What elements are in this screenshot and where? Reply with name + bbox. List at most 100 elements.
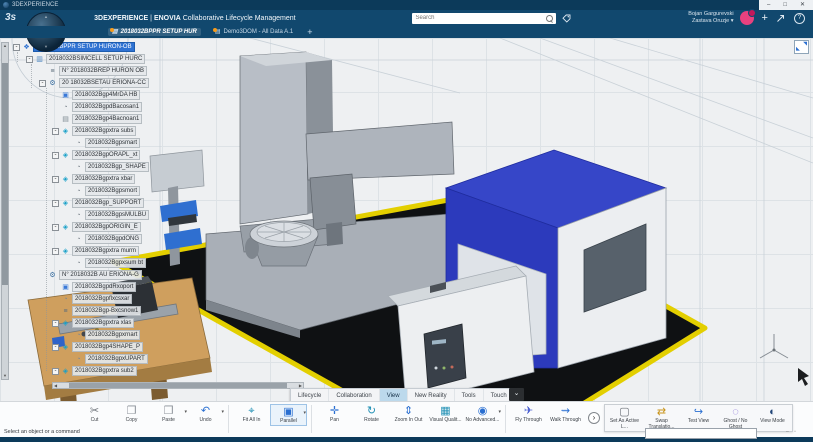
help-icon[interactable]: ?	[794, 13, 805, 24]
tree-horizontal-scrollbar[interactable]: ◀ ▶	[52, 382, 304, 389]
add-content-button[interactable]: +	[762, 13, 768, 24]
tree-item-14[interactable]: - ◈ 2018032Bgp_SUPPORT	[52, 197, 149, 209]
toolbar-button-fly-through[interactable]: ✈ ▾ Fly Through	[510, 404, 547, 424]
tree-vertical-scrollbar[interactable]: ▲ ▼	[1, 42, 9, 380]
shape-icon: ◔	[74, 236, 83, 243]
document-tab-demo3dom-all-data-a-1[interactable]: ▤ Demo3DOM - All Data A.1	[211, 28, 297, 36]
tree-item-26[interactable]: - ◈ 2018032Bgp4SHAPE_P	[52, 341, 149, 353]
toolbar-button-rotate[interactable]: ↻ ▾ Rotate	[353, 404, 390, 424]
tree-item-10[interactable]: - ◈ 2018032BgpORAPL_xt	[52, 149, 149, 161]
tree-item-28[interactable]: - ◈ 2018032Bgpxtra sub2	[52, 365, 149, 377]
tree-item-22[interactable]: ◔ 2018032Bgpflxcsxar	[52, 293, 149, 305]
tree-expander-icon[interactable]: -	[52, 200, 59, 207]
ribbon-overflow-button[interactable]: ⌄	[509, 388, 524, 401]
dropdown-arrow-icon[interactable]: ▾	[303, 410, 306, 416]
avatar[interactable]	[740, 11, 754, 25]
tree-item-23[interactable]: ≡ 2018032Bgp-Bxcsnow1	[52, 305, 149, 317]
user-org: Zastava Oruzje ▾	[688, 18, 733, 25]
tree-item-18[interactable]: - ◈ 2018032Bgpxtra murm	[52, 245, 149, 257]
notification-badge	[748, 9, 756, 17]
toolbar-group-walk-fly: ✈ ▾ Fly Through ⇝ ▾ Walk Through	[510, 404, 584, 424]
scrollbar-thumb[interactable]	[69, 383, 287, 388]
dropdown-arrow-icon[interactable]: ▾	[221, 409, 224, 415]
document-tab-2018032bppr-setup-hur[interactable]: ▤ 2018032BPPR SETUP HUR	[108, 28, 201, 36]
modified-badge	[213, 28, 217, 32]
tree-item-13[interactable]: ◔ 2018032Bgpsmort	[65, 185, 149, 197]
tree-item-19[interactable]: ◔ 2018032Bgpxsum bt	[65, 257, 149, 269]
tree-item-15[interactable]: ◔ 2018032BgpsMULBU	[65, 209, 149, 221]
tree-expander-icon[interactable]: -	[26, 56, 33, 63]
doc-icon: ▤	[61, 116, 70, 123]
tree-item-25[interactable]: ◔ 2018032Bgpxrnart	[65, 329, 149, 341]
tree-item-12[interactable]: - ◈ 2018032Bgpxtra xbar	[52, 173, 149, 185]
close-button[interactable]: ✕	[800, 2, 805, 8]
power-input-toggle-icon[interactable]: ‒ ▫	[786, 429, 798, 435]
share-icon[interactable]	[776, 14, 786, 23]
toolbar-button-set-as-active-l[interactable]: ▢ ▾ Set As Active L...	[606, 405, 643, 431]
3d-viewport[interactable]: - ❖ 2018032BPPR SETUP HURON-OB - ▥ 20180…	[0, 38, 813, 442]
window-title: 3DEXPERIENCE	[12, 2, 58, 8]
toolbar-button-fit-all-in[interactable]: ⌖ ▾ Fit All In	[233, 404, 270, 424]
tree-item-11[interactable]: ◔ 2018032Bgp_SHAPE	[65, 161, 149, 173]
tree-item-27[interactable]: ◔ 2018032BgpxUPART	[65, 353, 149, 365]
tree-expander-icon[interactable]: -	[13, 44, 20, 51]
toolbar-button-copy[interactable]: ❐ ▾ Copy	[113, 404, 150, 424]
modified-badge	[110, 28, 114, 32]
tree-item-6[interactable]: ◔ 2018032BgpdBacosan1	[52, 101, 149, 113]
new-tab-button[interactable]: +	[307, 28, 312, 37]
user-menu[interactable]: Bojan Gargurevski Zastava Oruzje ▾	[688, 11, 733, 24]
scroll-up-icon[interactable]: ▲	[2, 43, 8, 49]
tag-icon[interactable]	[562, 14, 571, 23]
power-input[interactable]	[645, 428, 757, 439]
tree-item-20[interactable]: ⚙ N° 2018032B AU ERIONA-G	[39, 269, 149, 281]
search-icon[interactable]	[546, 15, 553, 22]
tree-item-7[interactable]: ▤ 2018032Bgp4Bacnoan1	[52, 113, 149, 125]
tree-expander-icon[interactable]: -	[39, 80, 46, 87]
shape-icon: ◔	[74, 164, 83, 171]
tree-expander-icon[interactable]: -	[52, 128, 59, 135]
toolbar-button-paste[interactable]: ❒ ▾ Paste	[150, 404, 187, 424]
toolbar-button-zoom-in-out[interactable]: ⇕ ▾ Zoom In Out	[390, 404, 427, 424]
toolbar-separator	[505, 405, 506, 433]
tree-item-21[interactable]: ▣ 2018032BgpdRxoport	[52, 281, 149, 293]
toolbar-button-test-view[interactable]: ↪ ▾ Test View	[680, 405, 717, 425]
app-window: 3DEXPERIENCE – □ ✕ 3s ▶ ▲ ▼ ◀ ▶ 3DEXPERI…	[0, 0, 813, 442]
tree-item-17[interactable]: ◔ 2018032BgpdONG	[65, 233, 149, 245]
tree-expander-icon[interactable]: -	[52, 368, 59, 375]
toolbar-button-ghost-no-ghost[interactable]: ◌ ▾ Ghost / No Ghost	[717, 405, 754, 431]
toolbar-button-swap-translatio[interactable]: ⇄ ▾ Swap Translatio...	[643, 405, 680, 431]
toolbar-button-walk-through[interactable]: ⇝ ▾ Walk Through	[547, 404, 584, 424]
tree-expander-icon[interactable]: -	[52, 320, 59, 327]
toolbar-button-cut[interactable]: ✂ ▾ Cut	[76, 404, 113, 424]
tree-expander-icon[interactable]: -	[52, 344, 59, 351]
tree-expander-icon[interactable]: -	[52, 152, 59, 159]
tree-expander-icon[interactable]: -	[52, 224, 59, 231]
toolbar-button-undo[interactable]: ↶ ▾ Undo	[187, 404, 224, 424]
toolbar-button-visual-qualit[interactable]: ▦ ▾ Visual Qualit...	[427, 404, 464, 424]
minimize-button[interactable]: –	[767, 2, 770, 8]
tree-expander-icon[interactable]: -	[52, 176, 59, 183]
tree-item-2[interactable]: - ▥ 2018032BSIMCELL SETUP HURC	[26, 53, 149, 65]
toolbar-button-pan[interactable]: ✛ ▾ Pan	[316, 404, 353, 424]
tree-item-8[interactable]: - ◈ 2018032Bgpxtra subs	[52, 125, 149, 137]
tree-item-16[interactable]: - ◈ 2018032BgpORIGIN_E	[52, 221, 149, 233]
tree-item-9[interactable]: ◔ 2018032Bgpsmart	[65, 137, 149, 149]
scroll-down-icon[interactable]: ▼	[2, 373, 8, 379]
expand-view-button[interactable]: ◥ ◣	[794, 40, 809, 54]
shape-icon: ◔	[61, 296, 70, 303]
dropdown-arrow-icon[interactable]: ▾	[498, 409, 501, 415]
toolbar-more-button[interactable]: ›	[588, 412, 600, 424]
tree-item-24[interactable]: - ◈ 2018032Bgpxtra xlas	[52, 317, 149, 329]
toolbar-button-view-mode[interactable]: ◐ ▾ View Mode	[754, 405, 791, 425]
tree-item-4[interactable]: - ⚙ 20 18032BSETAU ERIONA-CC	[39, 77, 149, 89]
tree-item-5[interactable]: ▣ 2018032Bgp4MrDA HB	[52, 89, 149, 101]
toolbar-button-no-advanced[interactable]: ◉ ▾ No Advanced...	[464, 404, 501, 424]
tree-expander-icon[interactable]: -	[52, 248, 59, 255]
tree-item-3[interactable]: ≡ N° 2018032BREP HURON OB	[39, 65, 149, 77]
toolbar-button-parallel[interactable]: ▣ ▾ Parallel	[270, 404, 307, 426]
scrollbar-thumb[interactable]	[2, 63, 8, 285]
toolbar-group-edit: ✂ ▾ Cut ❐ ▾ Copy ❒ ▾ Paste ↶ ▾ Undo	[76, 404, 224, 424]
search-input[interactable]	[415, 15, 543, 21]
scroll-left-icon[interactable]: ◀	[54, 383, 57, 388]
maximize-button[interactable]: □	[783, 2, 787, 8]
